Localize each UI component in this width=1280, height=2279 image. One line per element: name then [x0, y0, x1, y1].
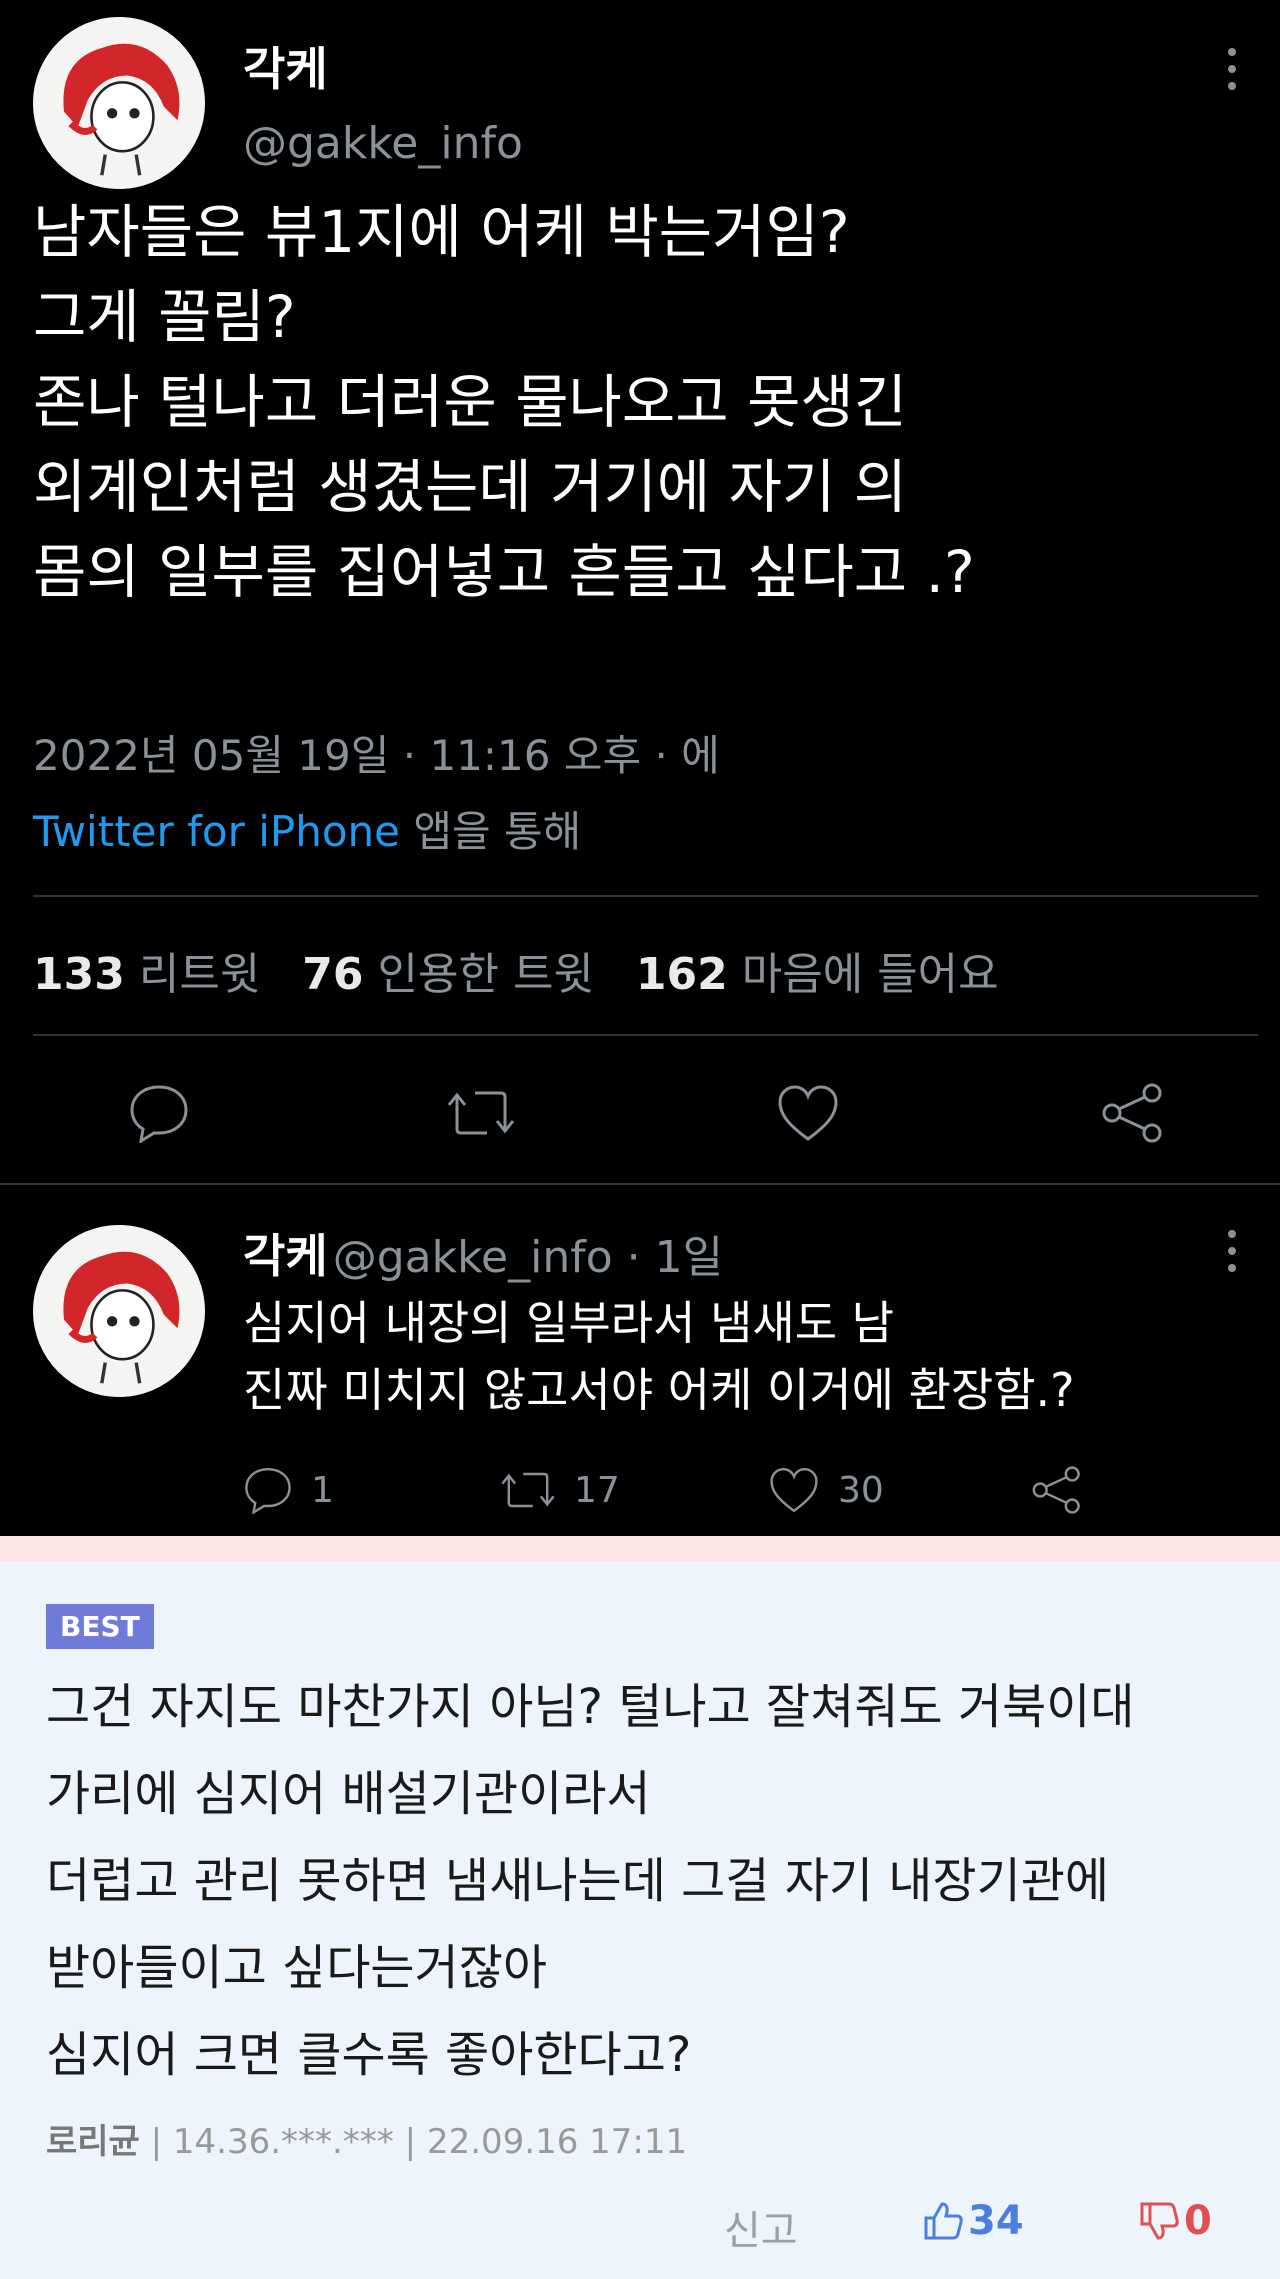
comment-datetime: 22.09.16 17:11	[426, 2122, 688, 2162]
likes-stat[interactable]: 162 마음에 들어요	[636, 949, 999, 1000]
retweets-stat[interactable]: 133 리트윗	[33, 949, 260, 1000]
section-divider	[0, 1183, 1280, 1185]
reply-share-button[interactable]	[1030, 1466, 1084, 1514]
best-badge: BEST	[46, 1604, 154, 1649]
reply-text: 심지어 내장의 일부라서 냄새도 남 진짜 미치지 않고서야 어케 이거에 환장…	[243, 1296, 1075, 1417]
comment-text: 그건 자지도 마찬가지 아님? 털나고 잘쳐줘도 거북이대 가리에 심지어 배설…	[46, 1679, 1135, 2083]
share-button[interactable]	[1100, 1083, 1166, 1143]
comment-author[interactable]: 로리균	[46, 2122, 140, 2162]
section-separator	[0, 1536, 1280, 1562]
best-comment: BEST 그건 자지도 마찬가지 아님? 털나고 잘쳐줘도 거북이대 가리에 심…	[0, 1562, 1280, 2279]
reply-header: 각케 @gakke_info · 1일	[243, 1220, 723, 1286]
upvote-button[interactable]: 34	[922, 2198, 1024, 2244]
retweet-icon	[501, 1472, 555, 1508]
reply-icon	[130, 1085, 188, 1143]
reply-author-name[interactable]: 각케	[243, 1229, 328, 1283]
report-button[interactable]: 신고	[724, 2198, 798, 2256]
reply-like-button[interactable]: 30	[768, 1466, 884, 1514]
divider-bottom	[33, 1034, 1258, 1036]
share-icon	[1102, 1083, 1162, 1143]
reply-avatar[interactable]	[33, 1225, 205, 1397]
comment-ip: | 14.36.***.*** |	[139, 2122, 427, 2162]
retweet-icon	[447, 1091, 515, 1135]
more-options-icon[interactable]	[1225, 46, 1239, 92]
tweet-stats: 133 리트윗 76 인용한 트윗 162 마음에 들어요	[33, 938, 999, 1002]
reply-author-handle[interactable]: @gakke_info · 1일	[333, 1232, 723, 1283]
reply-more-icon[interactable]	[1225, 1228, 1239, 1274]
like-button[interactable]	[776, 1083, 840, 1143]
downvote-button[interactable]: 0	[1138, 2198, 1212, 2244]
share-icon	[1032, 1466, 1080, 1514]
thumbs-down-icon	[1140, 2202, 1179, 2240]
reply-button[interactable]	[128, 1083, 190, 1143]
source-suffix: 앱을 통해	[400, 807, 582, 856]
comment-meta: 로리균 | 14.36.***.*** | 22.09.16 17:11	[46, 2114, 687, 2163]
reply-reply-button[interactable]: 1	[243, 1466, 334, 1514]
reply-retweet-button[interactable]: 17	[500, 1466, 620, 1514]
author-avatar[interactable]	[33, 17, 205, 189]
like-icon	[770, 1467, 818, 1513]
retweet-button[interactable]	[447, 1083, 515, 1143]
quotes-stat[interactable]: 76 인용한 트윗	[302, 949, 594, 1000]
tweet-text: 남자들은 뷰1지에 어케 박는거임? 그게 꼴림? 존나 털나고 더러운 물나오…	[33, 198, 975, 606]
thumbs-up-icon	[924, 2202, 963, 2240]
source-app-link[interactable]: Twitter for iPhone	[33, 807, 400, 856]
like-icon	[778, 1085, 838, 1141]
author-name[interactable]: 각케	[243, 33, 328, 99]
tweet-source: Twitter for iPhone 앱을 통해	[33, 798, 581, 859]
reply-icon	[245, 1467, 291, 1514]
divider-top	[33, 895, 1258, 897]
tweet-timestamp[interactable]: 2022년 05월 19일 · 11:16 오후 · 에	[33, 722, 720, 783]
author-handle[interactable]: @gakke_info	[243, 118, 523, 169]
